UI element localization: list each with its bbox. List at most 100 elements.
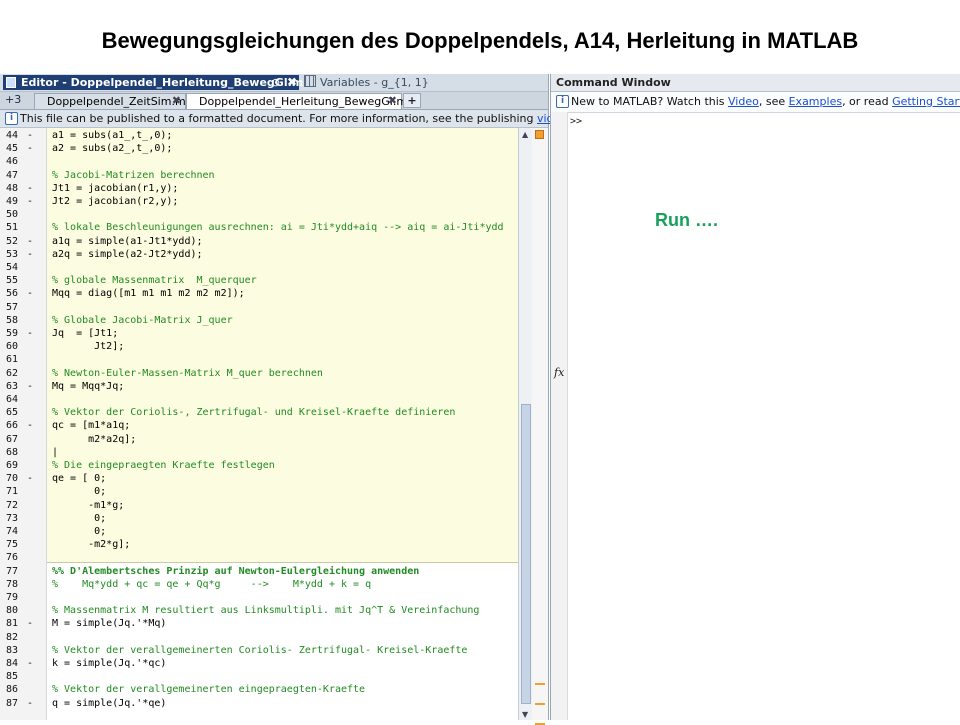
code-text: % Jacobi-Matrizen berechnen: [52, 169, 215, 181]
code-line[interactable]: 81- M = simple(Jq.'*Mq): [0, 618, 518, 631]
fx-icon[interactable]: fx: [554, 366, 564, 379]
code-line[interactable]: 68 |: [0, 447, 518, 460]
editor-title-active[interactable]: Editor - Doppelpendel_Herleitung_BewegGl…: [3, 75, 303, 90]
code-line[interactable]: 86 % Vektor der verallgemeinerten eingepr…: [0, 684, 518, 697]
line-number: 69: [6, 460, 19, 471]
code-line[interactable]: 79: [0, 592, 518, 605]
code-area[interactable]: 44- a1 = subs(a1_,t_,0); 45- a2 = subs(a2_,…: [0, 128, 518, 720]
code-line[interactable]: 50: [0, 209, 518, 222]
code-text: % Massenmatrix M resultiert aus Linksmul…: [52, 605, 480, 617]
breakpoint-dash[interactable]: -: [27, 130, 33, 141]
publish-info-text: This file can be published to a formatte…: [20, 112, 613, 125]
breakpoint-dash[interactable]: -: [27, 249, 33, 260]
code-line[interactable]: 66- qc = [m1*a1q;: [0, 420, 518, 433]
code-text: a2 = subs(a2_,t_,0);: [52, 143, 173, 155]
code-line[interactable]: 75 -m2*g];: [0, 539, 518, 552]
breakpoint-dash[interactable]: -: [27, 328, 33, 339]
code-line[interactable]: 85: [0, 671, 518, 684]
code-line[interactable]: 46: [0, 156, 518, 169]
code-line[interactable]: 57: [0, 302, 518, 315]
video-link[interactable]: Video: [728, 95, 759, 108]
tab-zeitsim[interactable]: Doppelpendel_ZeitSim.m ✖: [34, 93, 186, 109]
code-line[interactable]: 82: [0, 632, 518, 645]
code-line[interactable]: 83 % Vektor der verallgemeinerten Corioli…: [0, 645, 518, 658]
code-line[interactable]: 64: [0, 394, 518, 407]
code-line[interactable]: 55 % globale Massenmatrix M_querquer: [0, 275, 518, 288]
getting-started-link[interactable]: Getting Started: [892, 95, 960, 108]
close-icon[interactable]: ✖: [287, 75, 297, 89]
new-tab-button[interactable]: +: [403, 93, 421, 108]
tab-herleitung[interactable]: Doppelpendel_Herleitung_BewegGl.m ✖: [186, 93, 407, 109]
breakpoint-dash[interactable]: -: [27, 143, 33, 154]
code-line[interactable]: 77 %% D'Alembertsches Prinzip auf Newton-…: [0, 566, 518, 579]
tab-close-icon[interactable]: ✖: [172, 94, 181, 107]
breakpoint-dash[interactable]: -: [27, 420, 33, 431]
code-line[interactable]: 60 Jt2];: [0, 341, 518, 354]
code-line[interactable]: 72 -m1*g;: [0, 500, 518, 513]
variables-title[interactable]: Variables - g_{1, 1}: [304, 75, 429, 89]
line-number: 86: [6, 684, 19, 696]
scrollbar-thumb[interactable]: [521, 404, 531, 704]
breakpoint-dash[interactable]: -: [27, 473, 33, 484]
tab-close-icon[interactable]: ✖: [388, 94, 397, 107]
publish-infobar: i This file can be published to a format…: [0, 110, 613, 128]
examples-link[interactable]: Examples: [789, 95, 842, 108]
code-line[interactable]: 56- Mqq = diag([m1 m1 m1 m2 m2 m2]);: [0, 288, 518, 301]
breakpoint-dash[interactable]: -: [27, 288, 33, 299]
command-prompt[interactable]: >>: [570, 116, 582, 127]
code-line[interactable]: 65 % Vektor der Coriolis-, Zertrifugal- u…: [0, 407, 518, 420]
line-number: 82: [6, 631, 19, 643]
code-line[interactable]: 84- k = simple(Jq.'*qc): [0, 658, 518, 671]
code-text: Jt2 = jacobian(r2,y);: [52, 196, 179, 207]
code-line[interactable]: 52- a1q = simple(a1-Jt1*ydd);: [0, 236, 518, 249]
warning-marker[interactable]: [535, 703, 545, 705]
code-line[interactable]: 51 % lokale Beschleunigungen ausrechnen: …: [0, 222, 518, 235]
code-line[interactable]: 70- qe = [ 0;: [0, 473, 518, 486]
code-line[interactable]: 76: [0, 552, 518, 565]
code-line[interactable]: 44- a1 = subs(a1_,t_,0);: [0, 130, 518, 143]
warning-marker[interactable]: [535, 683, 545, 685]
breakpoint-dash[interactable]: -: [27, 236, 33, 247]
warning-indicator[interactable]: [535, 130, 544, 139]
code-line[interactable]: 69 % Die eingepraegten Kraefte festlegen: [0, 460, 518, 473]
scroll-up-icon[interactable]: ▲: [522, 130, 528, 139]
code-line[interactable]: 63- Mq = Mqq*Jq;: [0, 381, 518, 394]
code-line[interactable]: 49- Jt2 = jacobian(r2,y);: [0, 196, 518, 209]
code-line[interactable]: 58 % Globale Jacobi-Matrix J_quer: [0, 315, 518, 328]
code-line[interactable]: 54: [0, 262, 518, 275]
tab-more-button[interactable]: +3: [5, 93, 21, 106]
editor-title-label: Editor - Doppelpendel_Herleitung_BewegGl…: [21, 76, 304, 89]
code-line[interactable]: 62 % Newton-Euler-Massen-Matrix M_quer be…: [0, 368, 518, 381]
breakpoint-dash[interactable]: -: [27, 698, 33, 709]
breakpoint-dash[interactable]: -: [27, 658, 33, 669]
editor-vertical-scrollbar[interactable]: ▲ ▼: [518, 128, 533, 720]
line-number: 60: [6, 341, 19, 353]
code-line[interactable]: 48- Jt1 = jacobian(r1,y);: [0, 183, 518, 196]
code-line[interactable]: 71 0;: [0, 486, 518, 499]
code-line[interactable]: 47 % Jacobi-Matrizen berechnen: [0, 170, 518, 183]
options-icon[interactable]: ⊙: [271, 76, 280, 89]
code-text: % globale Massenmatrix M_querquer: [52, 275, 257, 287]
command-window-title: Command Window: [556, 76, 671, 89]
code-text: % Vektor der verallgemeinerten eingeprae…: [52, 684, 366, 696]
code-line[interactable]: 45- a2 = subs(a2_,t_,0);: [0, 143, 518, 156]
breakpoint-dash[interactable]: -: [27, 618, 33, 629]
code-line[interactable]: 59- Jq = [Jt1;: [0, 328, 518, 341]
breakpoint-dash[interactable]: -: [27, 381, 33, 392]
code-line[interactable]: 61: [0, 354, 518, 367]
document-icon: [6, 77, 16, 88]
code-line[interactable]: 80 % Massenmatrix M resultiert aus Linksm…: [0, 605, 518, 618]
code-text: k = simple(Jq.'*qc): [52, 658, 167, 669]
code-line[interactable]: 67 m2*a2q];: [0, 434, 518, 447]
info-icon: i: [556, 95, 569, 108]
code-line[interactable]: 73 0;: [0, 513, 518, 526]
breakpoint-dash[interactable]: -: [27, 196, 33, 207]
code-line[interactable]: 74 0;: [0, 526, 518, 539]
command-window: Command Window i New to MATLAB? Watch th…: [550, 74, 960, 720]
code-line[interactable]: 78 % Mq*ydd + qc = qe + Qq*g --> M*ydd + …: [0, 579, 518, 592]
breakpoint-dash[interactable]: -: [27, 183, 33, 194]
line-number: 72: [6, 499, 19, 511]
code-line[interactable]: 53- a2q = simple(a2-Jt2*ydd);: [0, 249, 518, 262]
code-line[interactable]: 87- q = simple(Jq.'*qe): [0, 698, 518, 711]
scroll-down-icon[interactable]: ▼: [522, 710, 528, 719]
